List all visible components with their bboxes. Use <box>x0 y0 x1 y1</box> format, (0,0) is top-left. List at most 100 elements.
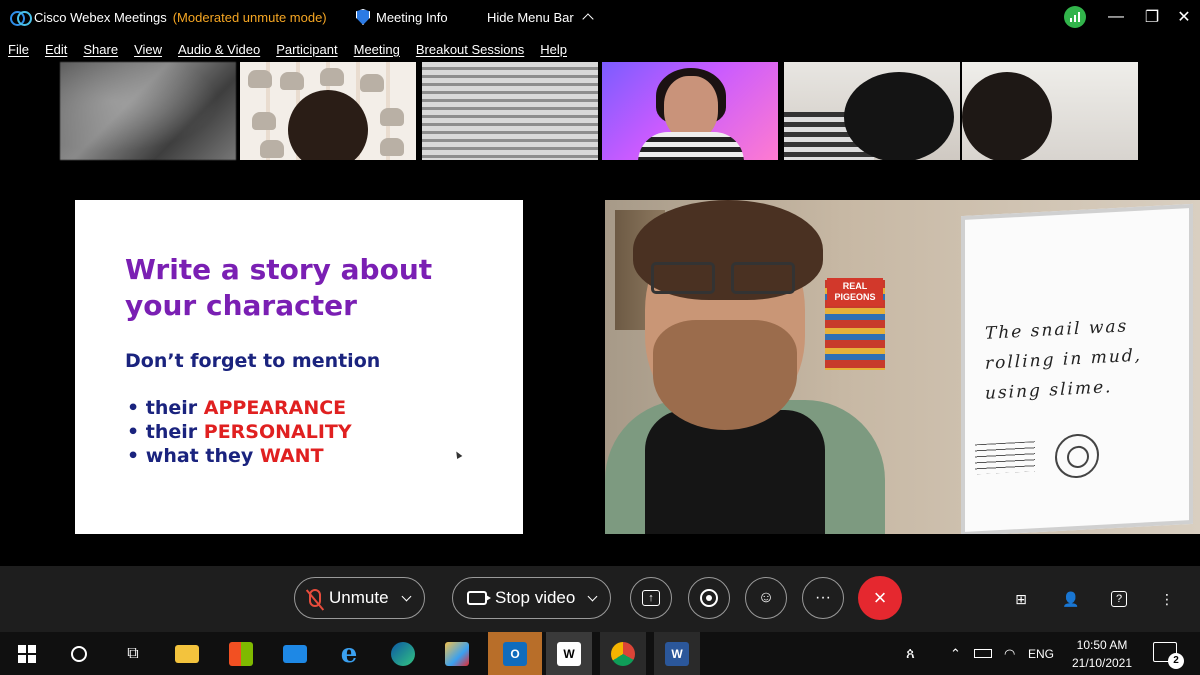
overflow-icon: ⋮ <box>1160 590 1174 607</box>
whiteboard: The snail was rolling in mud, using slim… <box>961 203 1193 534</box>
clock-date: 21/10/2021 <box>1071 656 1133 670</box>
title-bar: Cisco Webex Meetings (Moderated unmute m… <box>0 0 1200 34</box>
close-button[interactable]: ✕ <box>1166 0 1200 34</box>
help-button[interactable]: ? <box>1108 588 1130 610</box>
word-icon: W <box>665 641 689 666</box>
meeting-info-label: Meeting Info <box>376 9 448 25</box>
record-icon <box>700 589 718 607</box>
minimize-icon: — <box>1108 8 1124 25</box>
chrome-button[interactable] <box>600 632 646 675</box>
menu-help[interactable]: Help <box>532 42 575 57</box>
book-cover-label: REAL PIGEONS <box>827 278 883 306</box>
record-button[interactable] <box>688 577 730 619</box>
menu-share[interactable]: Share <box>75 42 126 57</box>
close-icon: × <box>873 585 887 610</box>
share-button[interactable]: ↑ <box>630 577 672 619</box>
participant-thumbnail[interactable] <box>962 62 1138 160</box>
more-options-button[interactable]: ··· <box>802 577 844 619</box>
windows-taskbar: ⧉ e O W W ጰ ⌃ ◠ ENG 10:50 AM 21/10/2021 … <box>0 632 1200 675</box>
whiteboard-text: The snail was rolling in mud, using slim… <box>985 316 1143 404</box>
webex-icon: W <box>557 641 581 666</box>
search-button[interactable] <box>56 632 102 675</box>
menu-file[interactable]: File <box>0 42 37 57</box>
list-item: • what they WANT <box>127 445 324 467</box>
wifi-indicator[interactable]: ◠ <box>1004 632 1015 675</box>
emoji-icon: ☺ <box>757 589 775 606</box>
paint-app-button[interactable] <box>434 632 480 675</box>
app-title: Cisco Webex Meetings <box>34 9 167 25</box>
network-signal-icon[interactable] <box>1064 6 1086 28</box>
more-icon: ··· <box>815 589 831 606</box>
slide-title: Write a story about your character <box>125 253 433 322</box>
participant-thumbnail[interactable] <box>784 62 960 160</box>
menu-bar: File Edit Share View Audio & Video Parti… <box>0 36 575 62</box>
chrome-icon <box>611 641 635 666</box>
list-item: • their PERSONALITY <box>127 421 352 443</box>
participant-thumbnail[interactable] <box>60 62 236 160</box>
battery-indicator[interactable] <box>974 632 992 675</box>
participant-thumbnail[interactable] <box>602 62 778 160</box>
end-meeting-button[interactable]: × <box>858 576 902 620</box>
search-circle-icon <box>71 645 87 662</box>
unmute-label: Unmute <box>329 588 389 607</box>
system-clock[interactable]: 10:50 AM 21/10/2021 <box>1060 636 1144 672</box>
slide-bullet-list: • their APPEARANCE • their PERSONALITY •… <box>127 396 352 468</box>
stop-video-button[interactable]: Stop video <box>452 577 612 619</box>
clock-time: 10:50 AM <box>1076 638 1128 652</box>
moderated-mode-label: (Moderated unmute mode) <box>172 9 327 25</box>
webex-taskbar-button[interactable]: W <box>546 632 592 675</box>
reactions-button[interactable]: ☺ <box>745 577 787 619</box>
store-button[interactable] <box>218 632 264 675</box>
share-upload-icon: ↑ <box>642 590 660 606</box>
shield-icon <box>356 9 370 25</box>
participant-thumbnail[interactable] <box>422 62 598 160</box>
notification-count-badge: 2 <box>1168 653 1184 669</box>
mail-button[interactable] <box>272 632 318 675</box>
internet-explorer-button[interactable]: e <box>326 632 372 675</box>
language-indicator[interactable]: ENG <box>1028 632 1054 675</box>
minimize-button[interactable]: — <box>1098 0 1134 34</box>
menu-breakout-sessions[interactable]: Breakout Sessions <box>408 42 532 57</box>
word-button[interactable]: W <box>654 632 700 675</box>
menu-audio-video[interactable]: Audio & Video <box>170 42 268 57</box>
tray-overflow-button[interactable]: ⌃ <box>950 632 961 675</box>
start-button[interactable] <box>4 632 50 675</box>
restore-button[interactable]: ❐ <box>1134 0 1170 34</box>
hide-menu-bar-button[interactable]: Hide Menu Bar <box>487 0 594 34</box>
edge-icon <box>391 641 415 666</box>
outlook-button[interactable]: O <box>488 632 542 675</box>
people-icon: ጰ <box>906 645 915 662</box>
mic-muted-icon <box>309 589 321 607</box>
task-view-icon: ⧉ <box>127 644 139 662</box>
restore-icon: ❐ <box>1144 9 1160 26</box>
participants-icon: 👤 <box>1062 590 1080 607</box>
apps-grid-icon: ⊞ <box>1015 590 1027 607</box>
stop-video-label: Stop video <box>495 588 576 607</box>
folder-icon <box>175 644 199 663</box>
mouse-cursor-icon <box>453 449 463 460</box>
active-speaker-video[interactable]: REAL PIGEONS The snail was rolling in mu… <box>605 200 1200 534</box>
store-icon <box>229 641 253 666</box>
edge-button[interactable] <box>380 632 426 675</box>
snail-drawing <box>1055 432 1099 480</box>
overflow-menu-button[interactable]: ⋮ <box>1156 588 1178 610</box>
apps-button[interactable]: ⊞ <box>1010 588 1032 610</box>
language-label: ENG <box>1028 646 1055 661</box>
menu-view[interactable]: View <box>126 42 170 57</box>
participants-button[interactable]: 👤 <box>1060 588 1082 610</box>
task-view-button[interactable]: ⧉ <box>110 632 156 675</box>
file-explorer-button[interactable] <box>164 632 210 675</box>
question-icon: ? <box>1111 591 1127 607</box>
unmute-button[interactable]: Unmute <box>294 577 425 619</box>
chevron-down-icon <box>401 591 411 601</box>
menu-edit[interactable]: Edit <box>37 42 75 57</box>
hide-menu-bar-label: Hide Menu Bar <box>487 9 574 25</box>
menu-meeting[interactable]: Meeting <box>346 42 408 57</box>
people-button[interactable]: ጰ <box>906 632 915 675</box>
participant-thumbnail[interactable] <box>240 62 416 160</box>
webex-logo-icon <box>10 11 32 26</box>
menu-participant[interactable]: Participant <box>268 42 345 57</box>
list-item: • their APPEARANCE <box>127 397 347 419</box>
notification-center-button[interactable]: 2 <box>1153 642 1184 669</box>
meeting-info-button[interactable]: Meeting Info <box>356 0 448 34</box>
